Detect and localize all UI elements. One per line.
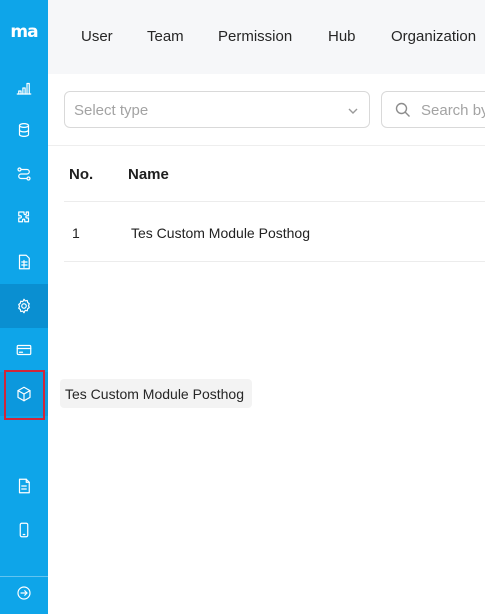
sidebar-tooltip: Tes Custom Module Posthog [60,379,252,408]
workflow-icon [17,167,31,181]
sidebar-item-workflow[interactable] [0,152,48,196]
highlight-box [4,370,45,420]
filter-divider [48,145,485,146]
tab-organization[interactable]: Organization [391,28,476,45]
column-header-name[interactable]: Name [128,166,169,183]
arrow-right-circle-icon [17,586,31,600]
spreadsheet-icon [18,254,30,270]
sidebar: ma [0,0,48,614]
row-no: 1 [72,225,80,241]
puzzle-icon [18,211,30,223]
sidebar-expand-button[interactable] [0,571,48,615]
bar-chart-icon [16,82,32,95]
sidebar-item-reports[interactable] [0,240,48,284]
tab-hub[interactable]: Hub [328,28,356,45]
sidebar-item-analytics[interactable] [0,66,48,110]
sidebar-item-documents[interactable] [0,464,48,508]
app-logo[interactable]: ma [0,22,48,42]
sidebar-item-data[interactable] [0,108,48,152]
tab-team[interactable]: Team [147,28,184,45]
type-select-placeholder: Select type [74,102,149,119]
top-tabs: User Team Permission Hub Organization [48,0,485,74]
row-divider [64,261,485,262]
credit-card-icon [16,344,32,356]
tab-permission[interactable]: Permission [218,28,292,45]
sidebar-item-mobile[interactable] [0,508,48,552]
search-input[interactable]: Search by [381,91,485,128]
row-name[interactable]: Tes Custom Module Posthog [131,225,310,241]
column-header-no[interactable]: No. [69,166,93,183]
tab-user[interactable]: User [81,28,113,45]
header-divider [64,201,485,202]
gear-icon [18,298,30,314]
sidebar-item-billing[interactable] [0,328,48,372]
mobile-icon [19,522,29,538]
type-select[interactable]: Select type [64,91,370,128]
search-placeholder: Search by [421,102,485,119]
search-icon [395,102,410,117]
document-icon [18,478,30,494]
sidebar-item-integrations[interactable] [0,196,48,240]
chevron-down-icon [348,108,358,114]
database-icon [18,123,30,137]
sidebar-item-settings[interactable] [0,284,48,328]
